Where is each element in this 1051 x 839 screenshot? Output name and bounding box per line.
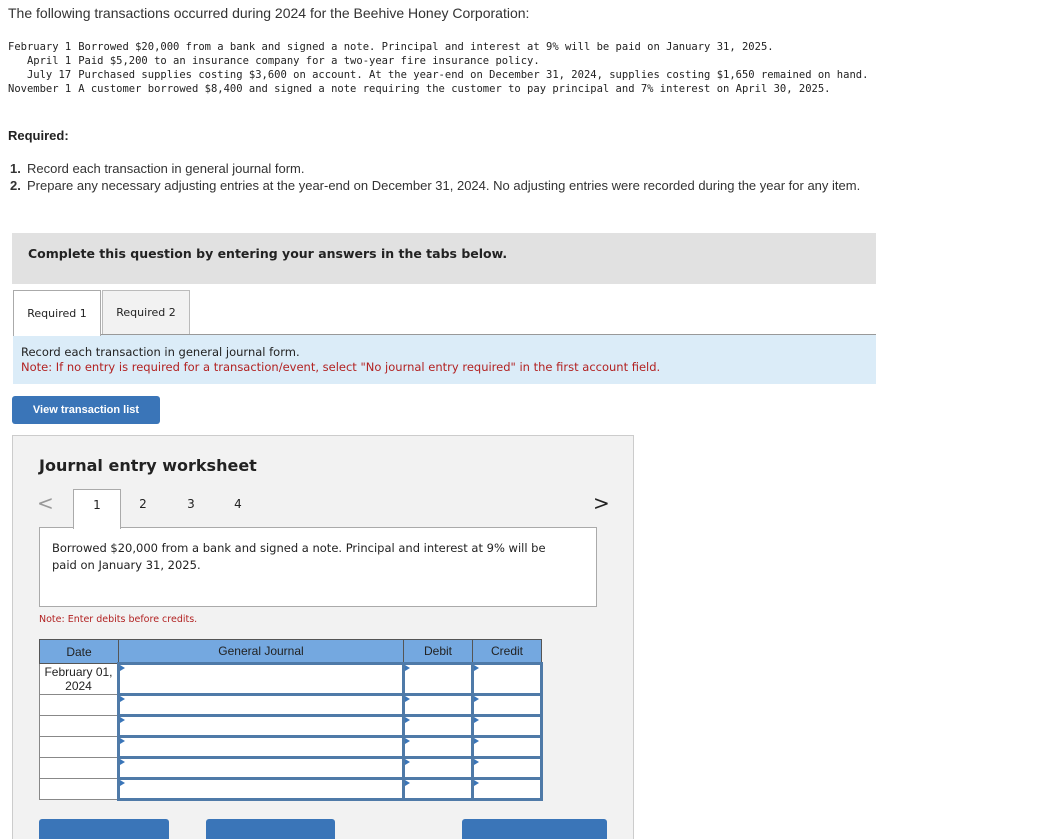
credit-input[interactable] xyxy=(471,662,543,696)
page-tab-3[interactable]: 3 xyxy=(168,489,214,527)
date-cell xyxy=(39,736,119,758)
view-general-journal-button[interactable] xyxy=(462,819,607,839)
header-date: Date xyxy=(39,639,119,664)
tab-instructions: Record each transaction in general journ… xyxy=(13,335,876,384)
transaction-date: November 1 xyxy=(8,83,72,95)
journal-row: February 01, 2024 xyxy=(39,662,543,696)
transactions-list: February 1 Borrowed $20,000 from a bank a… xyxy=(8,40,878,96)
journal-table: Date General Journal Debit Credit Februa… xyxy=(39,639,543,801)
worksheet-title: Journal entry worksheet xyxy=(39,456,257,475)
transaction-date: July 17 xyxy=(26,69,72,81)
transaction-description: Borrowed $20,000 from a bank and signed … xyxy=(52,541,546,572)
account-input[interactable] xyxy=(117,777,405,801)
tab-required-1[interactable]: Required 1 xyxy=(13,290,101,336)
date-cell: February 01, 2024 xyxy=(39,663,119,695)
transaction-row: July 17 Purchased supplies costing $3,600… xyxy=(8,68,878,82)
date-cell xyxy=(39,757,119,779)
tab-required-2[interactable]: Required 2 xyxy=(102,290,190,334)
journal-row xyxy=(39,777,543,801)
debit-input[interactable] xyxy=(402,735,474,759)
debit-input[interactable] xyxy=(402,777,474,801)
transaction-text: Borrowed $20,000 from a bank and signed … xyxy=(78,41,774,53)
transaction-text: Paid $5,200 to an insurance company for … xyxy=(78,55,540,67)
view-transaction-list-button[interactable]: View transaction list xyxy=(12,396,160,424)
debit-input[interactable] xyxy=(402,662,474,696)
header-debit: Debit xyxy=(403,639,473,664)
intro-text: The following transactions occurred duri… xyxy=(8,5,530,21)
debits-note: Note: Enter debits before credits. xyxy=(39,614,198,625)
journal-row xyxy=(39,756,543,780)
transaction-text: A customer borrowed $8,400 and signed a … xyxy=(78,83,831,95)
journal-row xyxy=(39,735,543,759)
date-cell xyxy=(39,715,119,737)
transaction-date: February 1 xyxy=(8,41,72,53)
banner-text: Complete this question by entering your … xyxy=(28,246,508,261)
instruction-text: Record each transaction in general journ… xyxy=(21,345,300,359)
transaction-date: April 1 xyxy=(26,55,72,67)
transaction-row: April 1 Paid $5,200 to an insurance compa… xyxy=(8,54,878,68)
page-tab-2[interactable]: 2 xyxy=(120,489,166,527)
transaction-row: November 1 A customer borrowed $8,400 and… xyxy=(8,82,878,96)
account-input[interactable] xyxy=(117,735,405,759)
chevron-left-icon[interactable]: < xyxy=(37,491,54,515)
header-general-journal: General Journal xyxy=(118,639,404,664)
transaction-description-box: Borrowed $20,000 from a bank and signed … xyxy=(39,527,597,607)
chevron-right-icon[interactable]: > xyxy=(593,491,610,515)
page-tab-1[interactable]: 1 xyxy=(73,489,121,529)
instructions-banner: Complete this question by entering your … xyxy=(12,233,876,284)
required-item-number: 2. xyxy=(10,178,21,193)
account-input[interactable] xyxy=(117,693,405,717)
credit-input[interactable] xyxy=(471,714,543,738)
clear-entry-button[interactable] xyxy=(206,819,335,839)
transaction-text: Purchased supplies costing $3,600 on acc… xyxy=(78,69,869,81)
account-input[interactable] xyxy=(117,756,405,780)
credit-input[interactable] xyxy=(471,777,543,801)
account-input[interactable] xyxy=(117,714,405,738)
required-list: 1. Record each transaction in general jou… xyxy=(10,160,897,194)
required-item: 1. Record each transaction in general jou… xyxy=(10,160,897,177)
debit-input[interactable] xyxy=(402,714,474,738)
journal-row xyxy=(39,693,543,717)
required-item-text: Prepare any necessary adjusting entries … xyxy=(27,178,861,193)
journal-entry-worksheet: Journal entry worksheet < 1 2 3 4 > Borr… xyxy=(12,435,634,839)
required-item-text: Record each transaction in general journ… xyxy=(27,161,305,176)
header-credit: Credit xyxy=(472,639,542,664)
account-input[interactable] xyxy=(117,662,405,696)
journal-row xyxy=(39,714,543,738)
date-cell xyxy=(39,778,119,800)
required-item-number: 1. xyxy=(10,161,21,176)
required-item: 2. Prepare any necessary adjusting entrie… xyxy=(10,177,897,194)
credit-input[interactable] xyxy=(471,735,543,759)
debit-input[interactable] xyxy=(402,756,474,780)
credit-input[interactable] xyxy=(471,693,543,717)
transaction-row: February 1 Borrowed $20,000 from a bank a… xyxy=(8,40,878,54)
record-entry-button[interactable] xyxy=(39,819,169,839)
credit-input[interactable] xyxy=(471,756,543,780)
journal-header-row: Date General Journal Debit Credit xyxy=(39,639,542,664)
date-cell xyxy=(39,694,119,716)
required-heading: Required: xyxy=(8,128,69,143)
instruction-note: Note: If no entry is required for a tran… xyxy=(21,360,661,374)
debit-input[interactable] xyxy=(402,693,474,717)
page-tab-4[interactable]: 4 xyxy=(215,489,261,527)
